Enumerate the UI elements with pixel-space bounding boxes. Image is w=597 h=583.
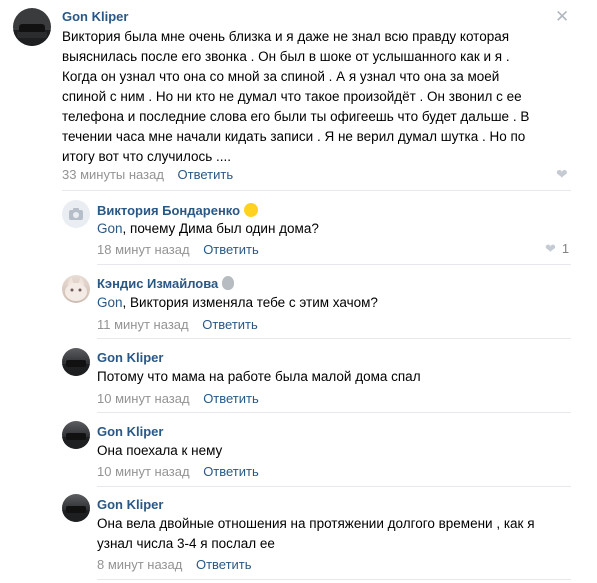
post-text-line: Виктория была мне очень близка и я даже … <box>62 29 510 44</box>
comment-text: Gon, Виктория изменяла тебе с этим хачом… <box>97 293 567 313</box>
post-text-line: спиной с ним . Но ни кто не думал что та… <box>62 89 522 104</box>
divider <box>97 579 571 580</box>
mention-link[interactable]: Gon <box>97 221 123 236</box>
comment-time[interactable]: 10 минут назад <box>97 464 190 479</box>
divider <box>97 338 571 339</box>
divider <box>97 486 571 487</box>
post-text: Виктория была мне очень близка и я даже … <box>62 27 560 167</box>
divider <box>97 264 571 265</box>
reply-button[interactable]: Ответить <box>178 167 234 182</box>
comment-author-name[interactable]: Кэндис Измайлова <box>97 276 218 291</box>
comment-author[interactable]: Gon Kliper <box>97 350 163 365</box>
like-heart-icon[interactable]: ❤ <box>545 241 556 256</box>
comment-author-name[interactable]: Виктория Бондаренко <box>97 203 240 218</box>
avatar[interactable] <box>62 421 90 449</box>
avatar[interactable] <box>13 8 51 46</box>
car-avatar-icon <box>62 506 90 522</box>
divider <box>62 190 571 191</box>
comment-author[interactable]: Виктория Бондаренко <box>97 203 259 218</box>
comment-meta: 11 минут назад Ответить <box>97 317 258 332</box>
car-avatar-icon <box>62 360 90 376</box>
like-count: 1 <box>561 241 570 256</box>
comment-text-body: , почему Дима был один дома? <box>122 221 319 236</box>
post-time[interactable]: 33 минуты назад <box>62 167 164 182</box>
comment-text: Потому что мама на работе была малой дом… <box>97 369 421 384</box>
comment-time[interactable]: 10 минут назад <box>97 391 190 406</box>
post-text-line: выяснилась после его звонка . Он был в ш… <box>62 49 510 64</box>
comment-meta: 8 минут назад Ответить <box>97 557 252 572</box>
comment-text: Gon, почему Дима был один дома? <box>97 219 567 239</box>
divider <box>97 412 571 413</box>
comment-time[interactable]: 8 минут назад <box>97 557 182 572</box>
comment-author[interactable]: Gon Kliper <box>97 424 163 439</box>
like-counter[interactable]: ❤ 1 <box>545 241 569 257</box>
reply-button[interactable]: Ответить <box>203 464 259 479</box>
post-text-line: телефона и последние слова его были ты о… <box>62 109 530 124</box>
comment-text-body: , Виктория изменяла тебе с этим хачом? <box>122 295 378 310</box>
reply-button[interactable]: Ответить <box>202 317 258 332</box>
post-text-line: течении часа мне начали кидать записи . … <box>62 129 526 144</box>
avatar[interactable] <box>62 200 90 228</box>
car-avatar-icon <box>13 24 51 46</box>
like-heart-icon[interactable]: ❤ <box>556 166 568 183</box>
post-text-line: итогу вот что случилось .... <box>62 149 232 164</box>
comment-meta: 10 минут назад Ответить <box>97 464 259 479</box>
comment-meta: 18 минут назад Ответить <box>97 242 259 257</box>
avatar[interactable] <box>62 348 90 376</box>
camera-icon <box>69 208 83 220</box>
mention-link[interactable]: Gon <box>97 295 123 310</box>
reply-button[interactable]: Ответить <box>203 242 259 257</box>
smile-emoji-icon <box>244 203 259 217</box>
car-avatar-icon <box>62 433 90 449</box>
comment-meta: 10 минут назад Ответить <box>97 391 259 406</box>
comment-text: Она вела двойные отношения на протяжении… <box>97 514 567 554</box>
comment-time[interactable]: 11 минут назад <box>97 317 189 332</box>
avatar[interactable] <box>62 494 90 522</box>
comment-author[interactable]: Gon Kliper <box>97 497 163 512</box>
comment-time[interactable]: 18 минут назад <box>97 242 190 257</box>
post-author[interactable]: Gon Kliper <box>62 9 128 24</box>
post-text-line: Когда он узнал что она со мной за спиной… <box>62 69 500 84</box>
reply-button[interactable]: Ответить <box>203 391 259 406</box>
reply-button[interactable]: Ответить <box>196 557 252 572</box>
comment-text-line: Она вела двойные отношения на протяжении… <box>97 516 535 531</box>
comment-text: Она поехала к нему <box>97 443 223 458</box>
comment-author[interactable]: Кэндис Измайлова <box>97 276 235 291</box>
alien-emoji-icon <box>222 276 235 290</box>
close-icon[interactable]: ✕ <box>555 8 569 26</box>
comment-text-line: узнал числа 3-4 я послал ее <box>97 536 275 551</box>
avatar[interactable] <box>62 275 90 303</box>
cat-avatar-icon <box>65 277 87 301</box>
post-meta: 33 минуты назад Ответить <box>62 167 233 182</box>
